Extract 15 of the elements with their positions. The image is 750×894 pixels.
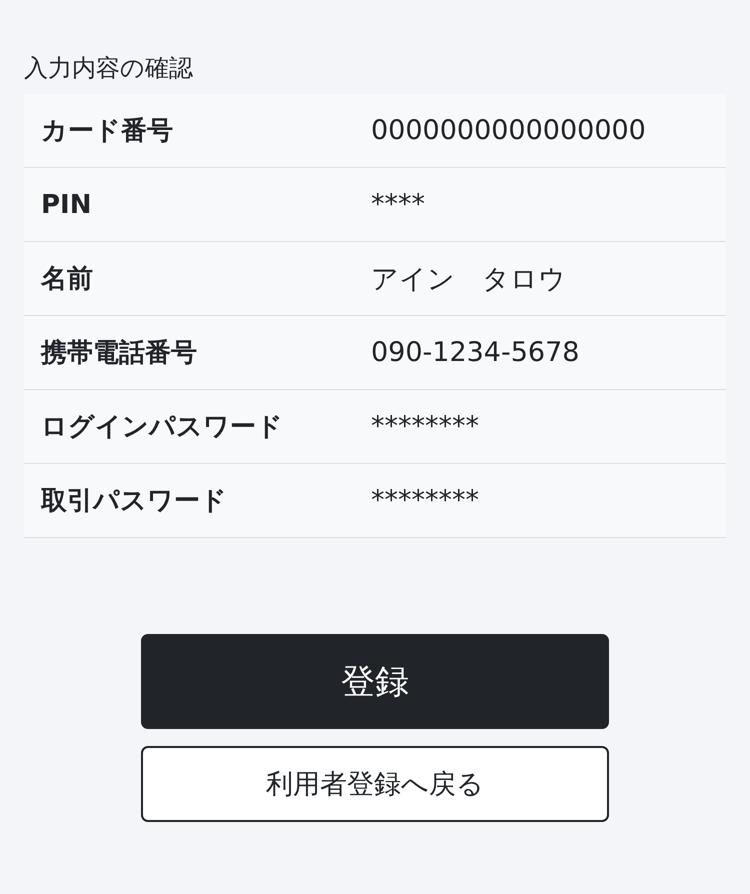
section-heading: 入力内容の確認	[24, 53, 194, 84]
field-label: 取引パスワード	[40, 485, 228, 518]
field-value: ********	[371, 485, 479, 516]
back-button[interactable]: 利用者登録へ戻る	[141, 746, 609, 822]
field-label: ログインパスワード	[40, 411, 284, 444]
field-label: 携帯電話番号	[39, 337, 198, 370]
field-value: アイン タロウ	[371, 262, 566, 296]
submit-button[interactable]: 登録	[141, 634, 609, 729]
field-label: 名前	[40, 263, 94, 296]
field-value: ********	[371, 411, 479, 442]
field-label: PIN	[40, 190, 92, 220]
field-value: 090-1234-5678	[371, 337, 580, 368]
field-value: ****	[371, 189, 425, 220]
field-label: カード番号	[40, 115, 174, 148]
field-value: 0000000000000000	[371, 115, 646, 146]
